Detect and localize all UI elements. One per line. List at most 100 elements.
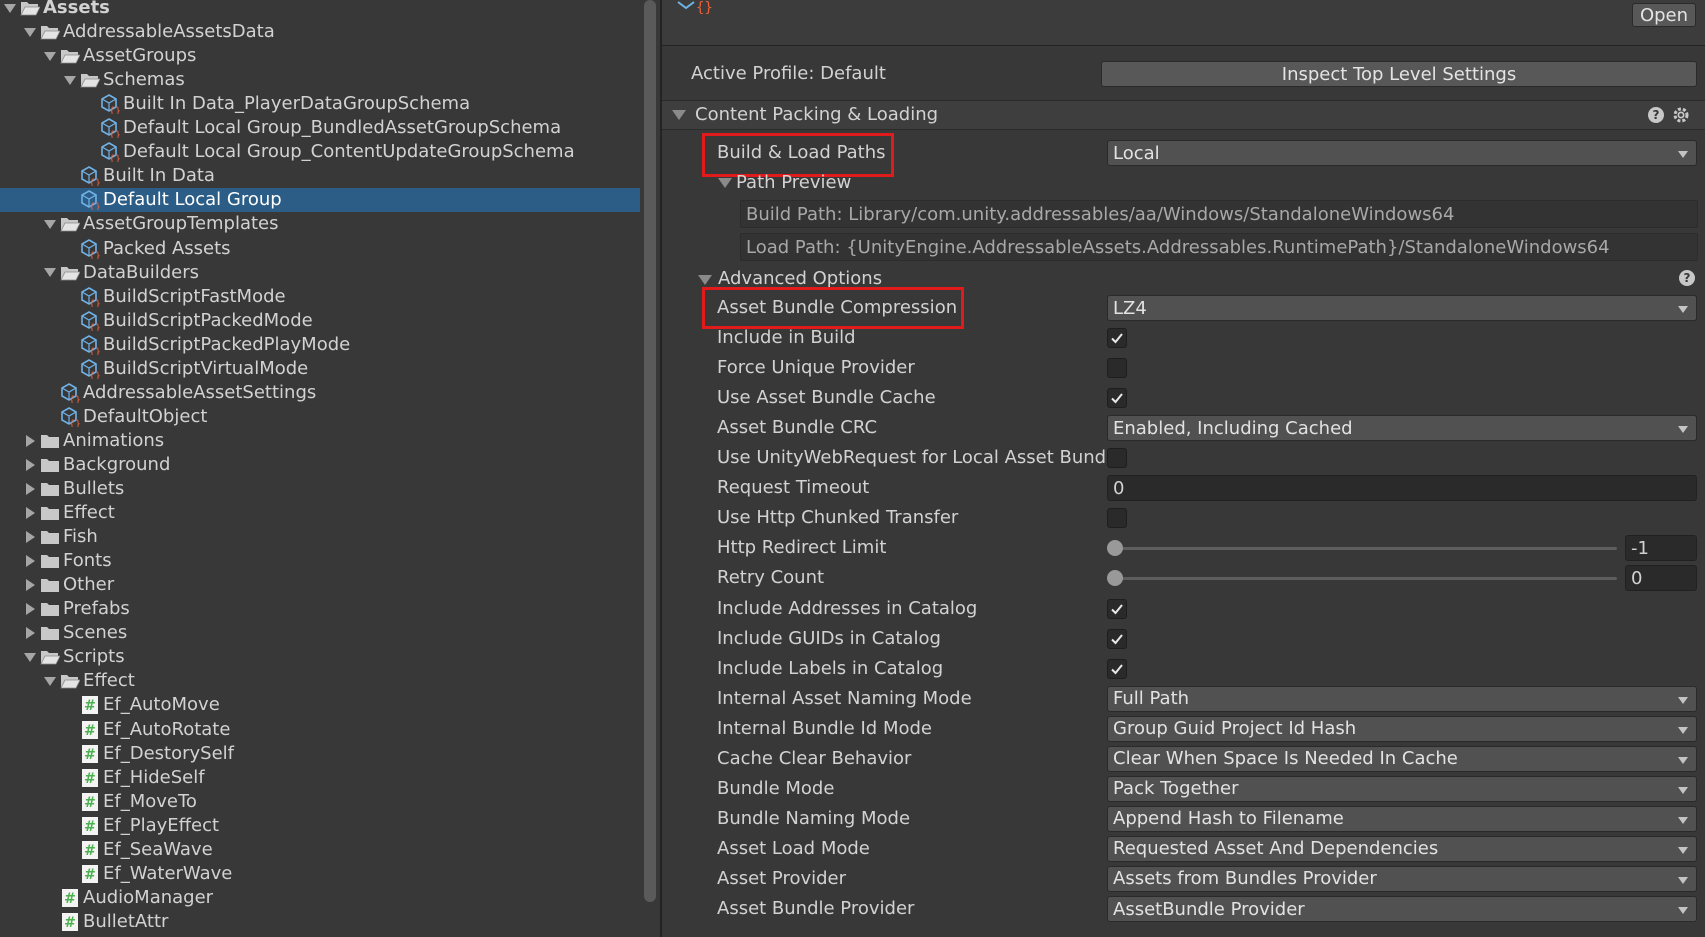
expand-arrow-icon[interactable] [20,20,40,44]
tree-item[interactable]: # AudioManager [0,886,640,910]
expand-arrow-icon[interactable] [40,44,60,68]
collapsed-arrow-icon[interactable] [20,549,40,573]
expand-arrow-icon[interactable] [20,645,40,669]
expand-arrow-icon[interactable] [40,669,60,693]
checkbox-checked[interactable] [1107,388,1127,409]
field-text-input[interactable]: 0 [1107,475,1697,502]
tree-item[interactable]: Other [0,573,640,597]
field-dropdown[interactable]: Assets from Bundles Provider [1107,865,1697,892]
field-dropdown[interactable]: Group Guid Project Id Hash [1107,715,1697,742]
field-label: Include in Build [717,327,856,349]
tree-item[interactable]: {} DefaultObject [0,405,640,429]
checkbox-unchecked[interactable] [1107,358,1127,379]
inspector-panel: {} Open Active Profile: Default Inspect … [662,0,1705,937]
checkbox-checked[interactable] [1107,328,1127,349]
checkbox-checked[interactable] [1107,658,1127,679]
tree-item[interactable]: Prefabs [0,597,640,621]
help-icon[interactable]: ? [1648,107,1664,123]
collapsed-arrow-icon[interactable] [20,597,40,621]
collapsed-arrow-icon[interactable] [20,477,40,501]
tree-item[interactable]: {} Packed Assets [0,237,640,261]
field-dropdown[interactable]: Enabled, Including Cached [1107,415,1697,442]
tree-item[interactable]: AssetGroupTemplates [0,212,640,236]
collapsed-arrow-icon[interactable] [20,573,40,597]
slider-value-input[interactable]: 0 [1625,565,1697,592]
tree-item[interactable]: {} BuildScriptPackedPlayMode [0,333,640,357]
field-dropdown[interactable]: AssetBundle Provider [1107,896,1697,922]
checkbox-unchecked[interactable] [1107,448,1127,469]
content-packing-foldout[interactable]: Content Packing & Loading ? [662,100,1705,130]
tree-item-label: Fish [63,526,98,548]
tree-item[interactable]: # Ef_AutoMove [0,693,640,717]
tree-item[interactable]: {} Default Local Group_BundledAssetGroupS… [0,116,640,140]
tree-item[interactable]: DataBuilders [0,261,640,285]
tree-item[interactable]: Scripts [0,645,640,669]
tree-item[interactable]: # Ef_AutoRotate [0,718,640,742]
tree-item[interactable]: Scenes [0,621,640,645]
checkbox-checked[interactable] [1107,628,1127,649]
field-dropdown[interactable]: Full Path [1107,685,1697,712]
build-load-paths-dropdown[interactable]: Local [1107,140,1697,166]
tree-item[interactable]: Fish [0,525,640,549]
slider-track[interactable] [1115,547,1617,551]
tree-item[interactable]: Bullets [0,477,640,501]
tree-item[interactable]: Fonts [0,549,640,573]
field-dropdown[interactable]: Pack Together [1107,775,1697,802]
collapsed-arrow-icon[interactable] [20,525,40,549]
collapsed-arrow-icon[interactable] [20,453,40,477]
field-label: Internal Asset Naming Mode [717,687,972,709]
collapsed-arrow-icon[interactable] [20,429,40,453]
tree-item[interactable]: {} Built In Data_PlayerDataGroupSchema [0,92,640,116]
field-dropdown[interactable]: Clear When Space Is Needed In Cache [1107,745,1697,772]
tree-item[interactable]: # Ef_DestorySelf [0,742,640,766]
tree-item[interactable]: Assets [0,0,640,20]
slider-handle[interactable] [1107,570,1123,587]
tree-item[interactable]: AssetGroups [0,44,640,68]
checkbox-checked[interactable] [1107,598,1127,619]
tree-item[interactable]: # BulletAttr [0,910,640,934]
tree-item[interactable]: {} BuildScriptFastMode [0,285,640,309]
tree-item[interactable]: {} Default Local Group_ContentUpdateGroup… [0,140,640,164]
tree-item[interactable]: {} BuildScriptVirtualMode [0,357,640,381]
tree-item[interactable]: Animations [0,429,640,453]
expand-arrow-icon[interactable] [0,0,20,20]
collapsed-arrow-icon[interactable] [20,501,40,525]
tree-item[interactable]: {} AddressableAssetSettings [0,381,640,405]
field-label: Asset Bundle Provider [717,898,915,919]
expand-arrow-icon[interactable] [40,261,60,285]
tree-scrollbar[interactable] [644,0,656,902]
folder-open-icon [60,263,80,283]
tree-item[interactable]: Background [0,453,640,477]
tree-item[interactable]: {} Default Local Group [0,188,640,213]
expand-arrow-icon[interactable] [40,212,60,236]
inspect-top-level-settings-button[interactable]: Inspect Top Level Settings [1101,61,1697,87]
checkbox-unchecked[interactable] [1107,508,1127,529]
field-dropdown[interactable]: Requested Asset And Dependencies [1107,835,1697,862]
svg-text:{}: {} [109,106,120,114]
tree-item[interactable]: Effect [0,501,640,525]
tree-item[interactable]: Effect [0,669,640,693]
field-dropdown[interactable]: LZ4 [1107,295,1697,321]
tree-item[interactable]: AddressableAssetsData [0,20,640,44]
tree-item[interactable]: # Ef_HideSelf [0,766,640,790]
tree-item[interactable]: Schemas [0,68,640,92]
tree-item[interactable]: # Ef_SeaWave [0,838,640,862]
tree-item[interactable]: {} Built In Data [0,164,640,188]
slider-handle[interactable] [1107,540,1123,557]
path-preview-title[interactable]: Path Preview [736,170,851,196]
folder-open-icon [40,647,60,667]
field-dropdown[interactable]: Append Hash to Filename [1107,805,1697,832]
tree-item[interactable]: # Ef_PlayEffect [0,814,640,838]
advanced-help-icon[interactable]: ? [1679,270,1695,286]
slider-track[interactable] [1115,577,1617,581]
gear-icon[interactable] [1672,106,1690,124]
expand-arrow-icon[interactable] [60,68,80,92]
open-button[interactable]: Open [1632,3,1696,27]
svg-text:{}: {} [69,395,80,403]
slider-value-input[interactable]: -1 [1625,535,1697,562]
tree-item[interactable]: # Ef_WaterWave [0,862,640,886]
tree-item[interactable]: # Ef_MoveTo [0,790,640,814]
collapsed-arrow-icon[interactable] [20,621,40,645]
tree-item[interactable]: {} BuildScriptPackedMode [0,309,640,333]
